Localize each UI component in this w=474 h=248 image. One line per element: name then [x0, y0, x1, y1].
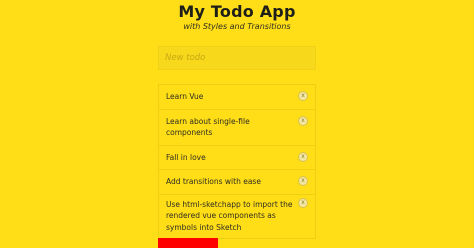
todo-list: Learn Vue x Learn about single-file comp… — [158, 84, 316, 239]
todo-item-text: Learn Vue — [166, 92, 204, 101]
remove-todo-button[interactable]: x — [298, 91, 308, 101]
todo-item-text: Learn about single-file components — [166, 116, 250, 138]
new-todo-input[interactable] — [158, 46, 316, 70]
todo-item-text: Add transitions with ease — [166, 177, 261, 186]
app-subtitle: with Styles and Transitions — [183, 22, 291, 31]
todo-item: Learn Vue x — [158, 84, 316, 110]
remove-todo-button[interactable]: x — [298, 151, 308, 162]
red-button-partial[interactable] — [158, 238, 218, 248]
remove-todo-button[interactable]: x — [298, 115, 308, 126]
app-title: My Todo App — [178, 2, 296, 21]
remove-todo-button[interactable]: x — [298, 176, 308, 186]
remove-todo-button[interactable]: x — [298, 197, 308, 208]
todo-item-text: Use html-sketchapp to import the rendere… — [166, 199, 293, 232]
todo-item: Learn about single-file components x — [158, 109, 316, 146]
todo-item: Use html-sketchapp to import the rendere… — [158, 194, 316, 239]
todo-item: Add transitions with ease x — [158, 170, 316, 195]
todo-item-text: Fall in love — [166, 152, 206, 162]
todo-item: Fall in love x — [158, 145, 316, 170]
